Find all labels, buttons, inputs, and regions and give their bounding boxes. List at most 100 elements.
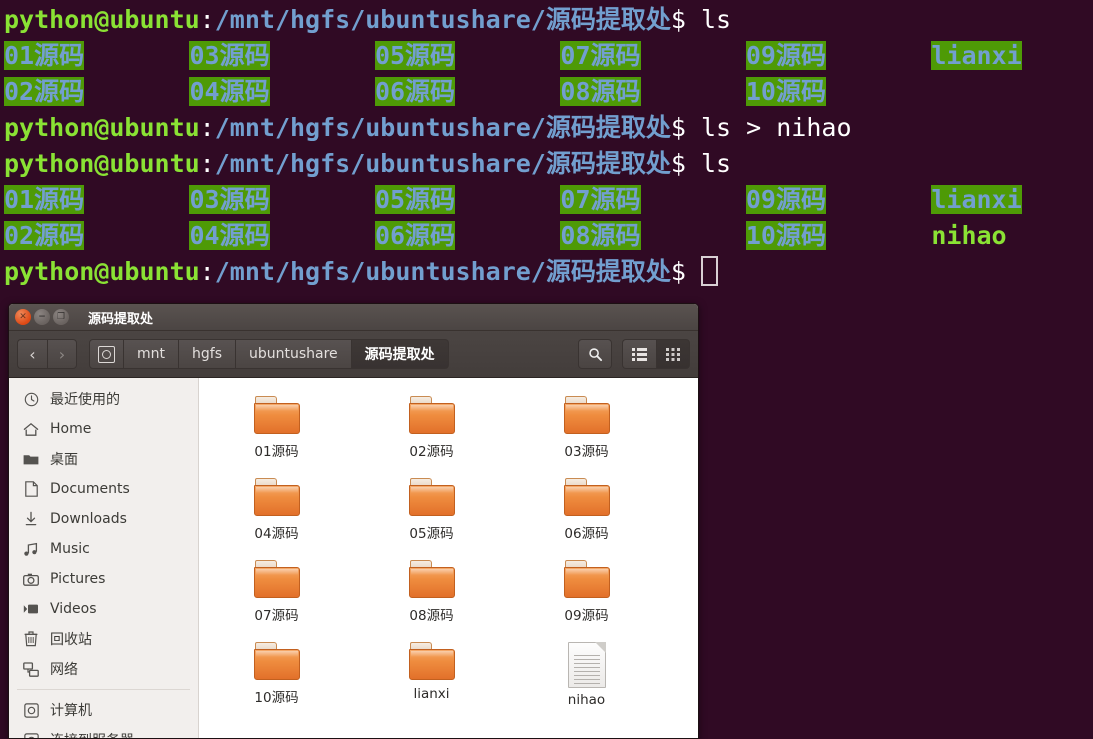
- folder-item[interactable]: 09源码: [509, 556, 664, 638]
- file-manager-toolbar: ‹ › mnt hgfs ubuntushare 源码提取处: [9, 331, 698, 378]
- sidebar-divider: [17, 689, 190, 690]
- breadcrumb-源码提取处[interactable]: 源码提取处: [351, 339, 449, 369]
- list-view-icon: [632, 347, 647, 361]
- breadcrumb-computer[interactable]: [89, 339, 124, 369]
- file-label: 04源码: [254, 526, 299, 542]
- file-label: 07源码: [254, 608, 299, 624]
- sidebar-item-网络[interactable]: 网络: [9, 654, 198, 684]
- file-label: 10源码: [254, 690, 299, 706]
- sidebar-item-label: Documents: [50, 481, 130, 497]
- breadcrumb-label: mnt: [137, 346, 165, 362]
- home-icon: [21, 422, 41, 437]
- folder-icon: [21, 452, 41, 466]
- folder-item[interactable]: 01源码: [199, 392, 354, 474]
- file-item[interactable]: nihao: [509, 638, 664, 720]
- folder-icon: [408, 642, 455, 682]
- clock-icon: [21, 392, 41, 407]
- terminal-prompt-line: python@ubuntu:/mnt/hgfs/ubuntushare/源码提取…: [4, 113, 852, 142]
- folder-icon: [563, 478, 610, 518]
- sidebar-item-Pictures[interactable]: Pictures: [9, 564, 198, 594]
- download-icon: [21, 511, 41, 527]
- document-icon: [21, 481, 41, 497]
- back-button[interactable]: ‹: [17, 339, 47, 369]
- maximize-button[interactable]: ❐: [53, 309, 69, 325]
- search-icon: [588, 347, 602, 361]
- sidebar-item-回收站[interactable]: 回收站: [9, 624, 198, 654]
- close-button[interactable]: ✕: [15, 309, 31, 325]
- folder-item[interactable]: lianxi: [354, 638, 509, 720]
- grid-view-button[interactable]: [656, 339, 690, 369]
- computer-icon: [21, 702, 41, 718]
- terminal-output-line: 02源码 04源码 06源码 08源码 10源码 nihao: [4, 221, 1007, 250]
- sidebar-item-label: 回收站: [50, 632, 92, 648]
- folder-item[interactable]: 05源码: [354, 474, 509, 556]
- sidebar-item-Videos[interactable]: Videos: [9, 594, 198, 624]
- file-manager-window[interactable]: ✕ − ❐ 源码提取处 ‹ › mnt hgfs ubuntushare 源码提取处: [8, 303, 699, 739]
- file-label: 05源码: [409, 526, 454, 542]
- file-label: 09源码: [564, 608, 609, 624]
- camera-icon: [21, 573, 41, 586]
- sidebar-item-桌面[interactable]: 桌面: [9, 444, 198, 474]
- sidebar-item-label: 连接到服务器: [50, 730, 134, 738]
- sidebar-item-最近使用的[interactable]: 最近使用的: [9, 384, 198, 414]
- navigation-buttons: ‹ ›: [17, 339, 77, 369]
- folder-item[interactable]: 06源码: [509, 474, 664, 556]
- file-label: lianxi: [413, 686, 450, 702]
- file-manager-body: 最近使用的 Home 桌面 Documents Downloads Music Pictur…: [9, 378, 698, 738]
- folder-item[interactable]: 04源码: [199, 474, 354, 556]
- sidebar-item-Documents[interactable]: Documents: [9, 474, 198, 504]
- sidebar-item-label: Pictures: [50, 571, 106, 587]
- music-icon: [21, 542, 41, 557]
- minimize-button[interactable]: −: [34, 309, 50, 325]
- breadcrumb-label: hgfs: [192, 346, 222, 362]
- folder-item[interactable]: 08源码: [354, 556, 509, 638]
- breadcrumb-hgfs[interactable]: hgfs: [179, 339, 236, 369]
- window-title: 源码提取处: [88, 311, 154, 327]
- forward-button[interactable]: ›: [47, 339, 77, 369]
- sidebar-item-label: Videos: [50, 601, 97, 617]
- folder-icon: [253, 642, 300, 682]
- sidebar-item-label: 最近使用的: [50, 392, 120, 408]
- breadcrumb-label: 源码提取处: [364, 347, 435, 363]
- folder-icon: [563, 396, 610, 436]
- terminal-prompt-line: python@ubuntu:/mnt/hgfs/ubuntushare/源码提取…: [4, 149, 732, 178]
- folder-item[interactable]: 02源码: [354, 392, 509, 474]
- sidebar-item-连接到服务器[interactable]: 连接到服务器: [9, 725, 198, 738]
- computer-icon: [98, 345, 115, 363]
- breadcrumb-mnt[interactable]: mnt: [124, 339, 179, 369]
- breadcrumb-ubuntushare[interactable]: ubuntushare: [235, 339, 352, 369]
- file-label: 03源码: [564, 444, 609, 460]
- folder-icon: [563, 560, 610, 600]
- terminal-output-line: 02源码 04源码 06源码 08源码 10源码: [4, 77, 826, 106]
- folder-icon: [253, 396, 300, 436]
- file-label: 08源码: [409, 608, 454, 624]
- folder-icon: [408, 396, 455, 436]
- sidebar-item-Downloads[interactable]: Downloads: [9, 504, 198, 534]
- sidebar-item-label: Home: [50, 421, 92, 437]
- terminal-prompt-line: python@ubuntu:/mnt/hgfs/ubuntushare/源码提取…: [4, 254, 1093, 290]
- sidebar-item-Music[interactable]: Music: [9, 534, 198, 564]
- folder-item[interactable]: 03源码: [509, 392, 664, 474]
- file-label: 06源码: [564, 526, 609, 542]
- sidebar-item-Home[interactable]: Home: [9, 414, 198, 444]
- network-icon: [21, 661, 41, 677]
- trash-icon: [21, 631, 41, 647]
- search-button[interactable]: [578, 339, 612, 369]
- sidebar-item-label: 桌面: [50, 452, 78, 468]
- file-list[interactable]: 01源码 02源码 03源码 04源码 05源码 06源码 07源码 08源码 09源码 10源码…: [199, 378, 698, 738]
- server-icon: [21, 732, 41, 738]
- file-label: 02源码: [409, 444, 454, 460]
- list-view-button[interactable]: [622, 339, 656, 369]
- terminal-output-line: 01源码 03源码 05源码 07源码 09源码 lianxi: [4, 185, 1022, 214]
- sidebar: 最近使用的 Home 桌面 Documents Downloads Music Pictur…: [9, 378, 199, 738]
- breadcrumb-label: ubuntushare: [248, 346, 338, 362]
- folder-icon: [253, 560, 300, 600]
- folder-item[interactable]: 10源码: [199, 638, 354, 720]
- sidebar-item-label: 计算机: [50, 703, 92, 719]
- breadcrumb: mnt hgfs ubuntushare 源码提取处: [89, 339, 449, 369]
- sidebar-item-计算机[interactable]: 计算机: [9, 695, 198, 725]
- terminal-output-line: 01源码 03源码 05源码 07源码 09源码 lianxi: [4, 41, 1022, 70]
- folder-item[interactable]: 07源码: [199, 556, 354, 638]
- sidebar-item-label: 网络: [50, 662, 78, 678]
- sidebar-item-label: Music: [50, 541, 90, 557]
